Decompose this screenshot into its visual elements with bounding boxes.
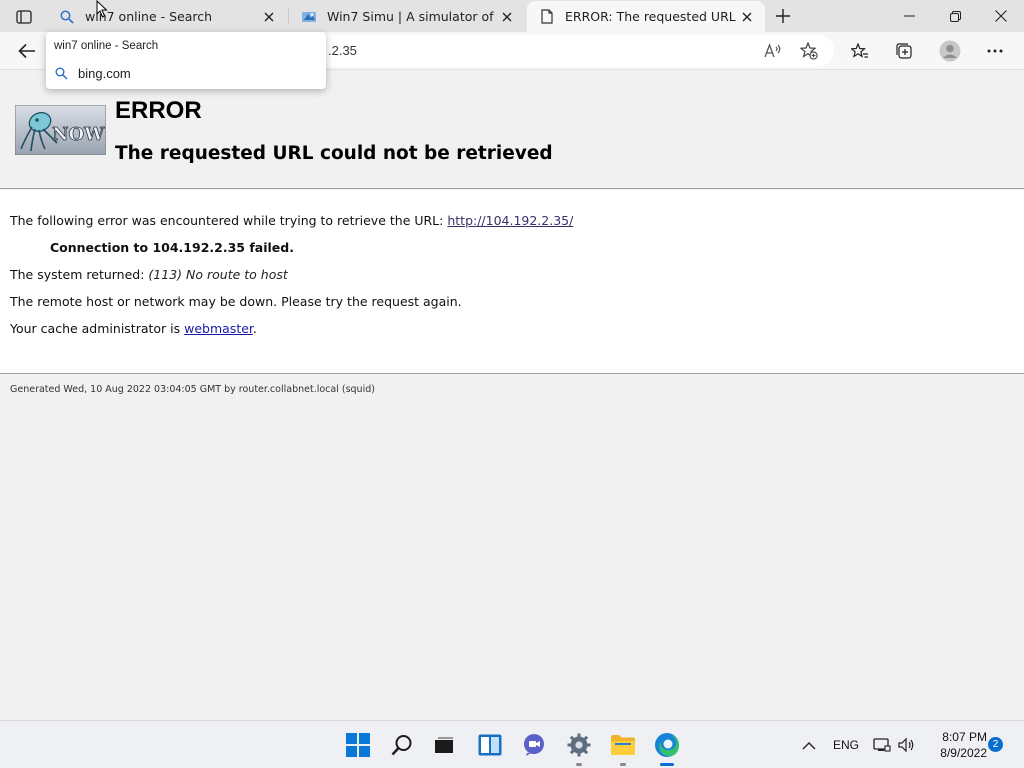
page-icon xyxy=(539,9,555,25)
minimize-icon xyxy=(903,15,915,17)
settings-menu-button[interactable] xyxy=(980,37,1010,65)
close-window-button[interactable] xyxy=(978,0,1024,32)
tab-actions-button[interactable] xyxy=(10,6,38,28)
tab-actions-icon xyxy=(16,10,32,24)
profile-button[interactable] xyxy=(935,37,965,65)
search-icon xyxy=(54,66,68,80)
tab-title: ERROR: The requested URL could not be re… xyxy=(565,9,737,24)
widgets-button[interactable] xyxy=(474,729,506,761)
tab-search-dropdown: win7 online - Search bing.com xyxy=(46,32,326,89)
chevron-up-icon xyxy=(802,741,816,749)
taskbar-search-button[interactable] xyxy=(386,729,418,761)
remote-host-line: The remote host or network may be down. … xyxy=(10,294,462,309)
tab-error-active[interactable]: ERROR: The requested URL could not be re… xyxy=(527,1,765,32)
connection-failed-line: Connection to 104.192.2.35 failed. xyxy=(50,240,294,255)
gear-icon xyxy=(567,733,591,757)
language-indicator[interactable]: ENG xyxy=(833,721,859,768)
mouse-cursor-icon xyxy=(96,0,108,18)
cache-admin-line: Your cache administrator is webmaster. xyxy=(10,321,257,336)
edge-browser-icon xyxy=(655,733,679,757)
network-icon[interactable] xyxy=(873,721,891,768)
folder-icon xyxy=(611,735,635,755)
address-text: .2.35 xyxy=(328,43,357,58)
restore-button[interactable] xyxy=(932,0,978,32)
close-icon[interactable] xyxy=(497,7,517,27)
squid-logo: NOW xyxy=(14,104,107,156)
error-body: The following error was encountered whil… xyxy=(0,190,1024,374)
new-tab-button[interactable] xyxy=(770,4,796,28)
generated-footer: Generated Wed, 10 Aug 2022 03:04:05 GMT … xyxy=(10,384,375,395)
system-returned-line: The system returned: (113) No route to h… xyxy=(10,267,288,282)
collections-icon xyxy=(896,43,912,59)
win7-simu-favicon xyxy=(301,9,317,25)
running-indicator xyxy=(576,763,582,766)
svg-text:NOW: NOW xyxy=(52,124,105,145)
tab-strip: win7 online - Search Win7 Simu | A simul… xyxy=(0,0,1024,32)
star-add-icon xyxy=(800,42,818,60)
file-explorer-button[interactable] xyxy=(607,729,639,766)
error-url-line: The following error was encountered whil… xyxy=(10,213,574,228)
tab-win7-simu[interactable]: Win7 Simu | A simulator of Windows 7 xyxy=(289,1,525,32)
windows-logo-icon xyxy=(346,733,370,757)
active-indicator xyxy=(660,763,674,766)
read-aloud-icon xyxy=(764,43,781,58)
favorites-button[interactable] xyxy=(845,37,875,65)
clock-date: 8/9/2022 xyxy=(940,746,987,760)
plus-icon xyxy=(776,9,790,23)
dropdown-suggestion-text: bing.com xyxy=(78,65,131,81)
widgets-icon xyxy=(478,734,502,756)
running-indicator xyxy=(620,763,626,766)
settings-app-button[interactable] xyxy=(563,729,595,766)
tab-title: Win7 Simu | A simulator of Windows 7 xyxy=(327,9,497,24)
more-dots-icon xyxy=(987,49,1003,53)
start-button[interactable] xyxy=(342,729,374,761)
language-label: ENG xyxy=(833,738,860,752)
error-code: (113) No route to host xyxy=(148,267,288,282)
taskbar: ENG 8:07 PM 8/9/2022 xyxy=(0,720,1024,768)
show-hidden-icons-button[interactable] xyxy=(802,721,816,768)
webmaster-link[interactable]: webmaster xyxy=(184,321,253,336)
close-icon xyxy=(995,10,1007,22)
add-favorite-button[interactable] xyxy=(794,37,824,65)
favorites-icon xyxy=(851,43,868,58)
error-title: ERROR xyxy=(115,97,202,124)
close-icon[interactable] xyxy=(259,7,279,27)
tab-search[interactable]: win7 online - Search xyxy=(47,1,287,32)
restore-icon xyxy=(949,10,961,22)
search-icon xyxy=(391,735,412,756)
minimize-button[interactable] xyxy=(886,0,932,32)
error-url-link[interactable]: http://104.192.2.35/ xyxy=(447,213,573,228)
back-button[interactable] xyxy=(12,37,42,65)
task-view-button[interactable] xyxy=(428,729,460,761)
notification-badge[interactable]: 2 xyxy=(988,737,1003,752)
tab-title: win7 online - Search xyxy=(85,9,213,24)
close-icon[interactable] xyxy=(737,7,757,27)
task-view-icon xyxy=(435,737,453,753)
dropdown-header: win7 online - Search xyxy=(54,40,159,52)
error-subtitle: The requested URL could not be retrieved xyxy=(115,143,553,164)
clock[interactable]: 8:07 PM 8/9/2022 xyxy=(925,729,987,761)
back-arrow-icon xyxy=(18,43,35,59)
dropdown-suggestion[interactable]: bing.com xyxy=(46,62,326,84)
collections-button[interactable] xyxy=(889,37,919,65)
clock-time: 8:07 PM xyxy=(942,730,987,744)
read-aloud-button[interactable] xyxy=(758,37,788,65)
avatar-icon xyxy=(939,40,961,62)
volume-icon[interactable] xyxy=(898,721,916,768)
teams-chat-button[interactable] xyxy=(518,729,550,761)
search-icon xyxy=(59,9,75,25)
page-content: NOW ERROR The requested URL could not be… xyxy=(0,71,1024,720)
edge-button[interactable] xyxy=(651,729,683,766)
chat-icon xyxy=(524,734,544,756)
